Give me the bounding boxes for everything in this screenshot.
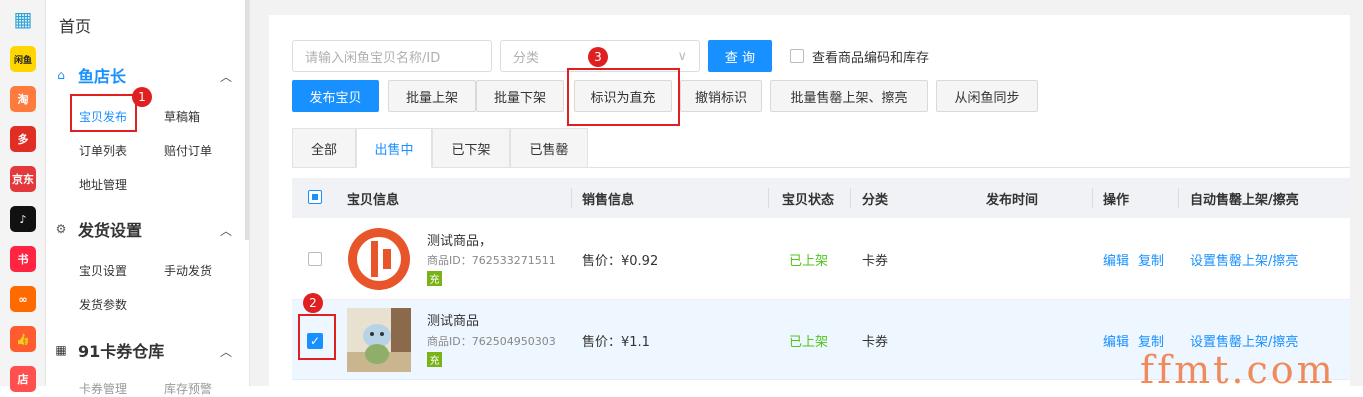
nav-section-yudianzhang[interactable]: ⌂ 鱼店长 [54,63,126,87]
nav-item-orders[interactable]: 订单列表 [79,142,127,159]
edit-link[interactable]: 编辑 [1103,250,1129,269]
chevron-up-icon[interactable]: ︿ [220,222,232,239]
auto-soldout-link[interactable]: 设置售罄上架/擦亮 [1190,331,1298,350]
nav-item-stock-alert[interactable]: 库存预警 [164,380,212,397]
col-sep [768,188,769,208]
nav-section-coupons[interactable]: ▦ 91卡券仓库 [54,338,164,362]
nav-item-item-settings[interactable]: 宝贝设置 [79,262,127,279]
nav-section-title: 91卡券仓库 [78,342,165,361]
sidebar-scrollbar[interactable] [245,0,249,240]
publish-button[interactable]: 发布宝贝 [292,80,379,112]
direct-charge-tag: 充 [427,271,442,286]
jingdong-icon[interactable]: 京东 [10,166,36,192]
chevron-up-icon[interactable]: ︿ [220,68,232,85]
category-placeholder: 分类 [513,50,540,66]
bulk-on-button[interactable]: 批量上架 [388,80,476,112]
product-title[interactable]: 测试商品 [427,310,479,329]
nav-item-address[interactable]: 地址管理 [79,176,127,193]
col-category: 分类 [862,192,889,208]
pinduoduo-icon[interactable]: 多 [10,126,36,152]
tab-on-sale[interactable]: 出售中 [356,128,432,168]
category: 卡券 [862,334,889,350]
tab-off-shelf[interactable]: 已下架 [432,128,510,168]
gear-icon: ⚙ [55,222,67,236]
col-item-info: 宝贝信息 [347,192,400,208]
watermark: ffmt.com [1140,348,1336,392]
chevron-down-icon: ∨ [677,48,687,64]
select-all-checkbox[interactable] [308,190,322,204]
apps-grid-icon[interactable]: ▦ [10,6,36,32]
product-id: 商品ID：762504950303 [427,335,556,348]
indeterminate-mark [312,194,318,200]
nav-section-title: 鱼店长 [78,67,127,86]
product-title[interactable]: 测试商品， [427,230,492,249]
store-icon[interactable]: 店 [10,366,36,392]
qr-icon: ▦ [55,343,67,357]
edit-link[interactable]: 编辑 [1103,331,1129,350]
annotation-box-1 [70,94,137,132]
bulk-off-button[interactable]: 批量下架 [476,80,564,112]
tab-divider [588,167,1350,168]
bag-icon: ⌂ [57,68,65,82]
annotation-badge-1: 1 [132,87,152,107]
col-sales-info: 销售信息 [582,192,635,208]
direct-charge-tag: 充 [427,352,442,367]
product-id: 商品ID：762533271511 [427,254,556,267]
col-sep [1092,188,1093,208]
xiaohongshu-icon[interactable]: 书 [10,246,36,272]
thumb-icon[interactable]: 👍 [10,326,36,352]
annotation-box-3 [567,68,680,126]
annotation-badge-3: 3 [588,47,608,67]
status-badge: 已上架 [789,334,829,350]
bulk-soldout-button[interactable]: 批量售罄上架、擦亮 [770,80,928,112]
col-sep [850,188,851,208]
query-button[interactable]: 查 询 [708,40,772,72]
nav-home[interactable]: 首页 [59,13,91,37]
nav-item-drafts[interactable]: 草稿箱 [164,108,200,125]
app-rail: ▦ 闲鱼淘多京东 ♪ 书 ∞ 👍 店 [0,0,46,392]
nav-item-manual-ship[interactable]: 手动发货 [164,262,212,279]
nav-item-coupon-manage[interactable]: 卡券管理 [79,380,127,397]
douyin-icon[interactable]: ♪ [10,206,36,232]
nav-item-ship-params[interactable]: 发货参数 [79,296,127,313]
sync-button[interactable]: 从闲鱼同步 [936,80,1038,112]
nav-section-title: 发货设置 [78,221,143,240]
search-input[interactable]: 请输入闲鱼宝贝名称/ID [292,40,492,72]
row-checkbox[interactable] [308,252,322,266]
taobao-icon[interactable]: 淘 [10,86,36,112]
product-thumbnail [347,308,411,372]
show-code-stock-checkbox[interactable] [790,49,804,63]
auto-soldout-link[interactable]: 设置售罄上架/擦亮 [1190,250,1298,269]
nav-section-shipping[interactable]: ⚙ 发货设置 [54,217,142,241]
col-actions: 操作 [1103,192,1130,208]
tab-sold-out[interactable]: 已售罄 [510,128,588,168]
unmark-button[interactable]: 撤销标识 [680,80,762,112]
show-code-stock-label: 查看商品编码和库存 [812,50,930,66]
sidebar: 首页 ⌂ 鱼店长 ︿ 宝贝发布 草稿箱 订单列表 赔付订单 地址管理 ⚙ 发货设… [46,0,250,396]
price: 售价：¥1.1 [582,334,650,350]
annotation-badge-2: 2 [303,293,323,313]
col-sep [1178,188,1179,208]
copy-link[interactable]: 复制 [1138,331,1164,350]
annotation-box-2 [298,314,336,360]
col-publish-time: 发布时间 [986,192,1039,208]
chevron-up-icon[interactable]: ︿ [220,343,232,360]
copy-link[interactable]: 复制 [1138,250,1164,269]
kuaishou-icon[interactable]: ∞ [10,286,36,312]
status-badge: 已上架 [789,253,829,269]
tab-all[interactable]: 全部 [292,128,356,168]
product-thumbnail [347,227,411,291]
col-auto-soldout: 自动售罄上架/擦亮 [1190,192,1299,208]
col-sep [571,188,572,208]
xianyu-icon[interactable]: 闲鱼 [10,46,36,72]
category: 卡券 [862,253,889,269]
price: 售价：¥0.92 [582,253,659,269]
col-status: 宝贝状态 [782,192,835,208]
nav-item-compensation[interactable]: 赔付订单 [164,142,212,159]
